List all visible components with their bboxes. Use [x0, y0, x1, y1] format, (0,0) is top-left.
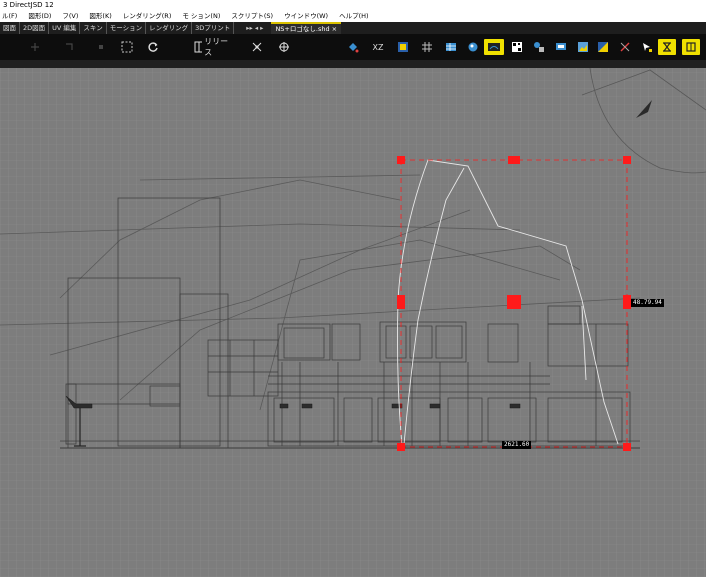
release-button[interactable]: リリース — [194, 37, 230, 57]
handle-top-right — [623, 156, 631, 164]
handle-middle-right — [623, 295, 631, 309]
handle-bottom-left — [397, 443, 405, 451]
drawing-canvas — [0, 68, 706, 577]
workspace-tab-bar: 図面 2D図面 UV 編集 スキン モーション レンダリング 3Dプリント ▸▸… — [0, 22, 706, 34]
refresh-icon[interactable] — [146, 39, 160, 55]
tab-drawing[interactable]: 図面 — [0, 22, 20, 34]
xz-label: XZ — [372, 42, 384, 52]
move-icon[interactable] — [28, 39, 42, 55]
pointer-icon[interactable] — [640, 39, 654, 55]
toolbar: リリース XZ — [0, 34, 706, 60]
handle-center — [507, 295, 521, 309]
handle-top-center — [508, 156, 520, 164]
menu-bar: ル(F) 図形(D) フ(V) 図形(K) レンダリング(R) モ ション(N)… — [0, 11, 706, 22]
rotate-icon[interactable] — [62, 39, 76, 55]
qr-grid-icon[interactable] — [510, 39, 524, 55]
menu-help[interactable]: ヘルプ(H) — [339, 11, 368, 22]
axis-cross-icon[interactable] — [618, 39, 632, 55]
tab-rendering[interactable]: レンダリング — [146, 22, 193, 34]
menu-motion[interactable]: モ ション(N) — [182, 11, 220, 22]
image-icon[interactable] — [576, 39, 590, 55]
dimension-width-label: 2621.60 — [502, 441, 532, 449]
tab-uv-edit[interactable]: UV 編集 — [49, 22, 81, 34]
snap-toggle-button[interactable] — [658, 39, 676, 55]
menu-script[interactable]: スクリプト(S) — [231, 11, 273, 22]
layer-icon[interactable] — [396, 39, 410, 55]
tab-3d-print[interactable]: 3Dプリント — [192, 22, 235, 34]
tab-scroll-arrows[interactable]: ▸▸ ◂ ▸ — [246, 24, 263, 32]
figure-viewport[interactable]: 2621.60 48.79.94 — [0, 68, 706, 577]
paint-bucket-icon[interactable] — [346, 39, 360, 55]
xz-plane-button[interactable]: XZ — [370, 39, 386, 55]
menu-file[interactable]: ル(F) — [2, 11, 17, 22]
menu-view[interactable]: フ(V) — [62, 11, 78, 22]
window-title: 3 DirectJSD 12 — [0, 0, 706, 11]
tab-motion[interactable]: モーション — [107, 22, 147, 34]
handle-top-left — [397, 156, 405, 164]
grid-icon[interactable] — [420, 39, 434, 55]
grid-display-button[interactable] — [682, 39, 700, 55]
document-tab-label: NS+ロゴなし.shd — [275, 25, 330, 33]
table-icon[interactable] — [444, 39, 458, 55]
texture-icon[interactable] — [596, 39, 610, 55]
handle-middle-left — [397, 295, 405, 309]
menu-figure[interactable]: 図形(K) — [89, 11, 111, 22]
dimension-height-label: 48.79.94 — [631, 299, 664, 307]
objects-icon[interactable] — [532, 39, 546, 55]
target-icon[interactable] — [277, 39, 291, 55]
view-subbar — [0, 60, 706, 68]
tab-2d-drawing[interactable]: 2D図面 — [20, 22, 50, 34]
render-view-button[interactable] — [484, 39, 504, 55]
monitor-icon[interactable] — [554, 39, 568, 55]
document-tab[interactable]: NS+ロゴなし.shd × — [271, 22, 342, 34]
release-label: リリース — [204, 37, 229, 57]
shader-ball-icon[interactable] — [466, 39, 480, 55]
tab-skin[interactable]: スキン — [80, 22, 107, 34]
handle-bottom-right — [623, 443, 631, 451]
transform-icon[interactable] — [250, 39, 264, 55]
select-rect-icon[interactable] — [120, 39, 134, 55]
scale-icon[interactable] — [94, 39, 108, 55]
menu-shape[interactable]: 図形(D) — [28, 11, 51, 22]
menu-rendering[interactable]: レンダリング(R) — [123, 11, 172, 22]
document-tab-close-icon[interactable]: × — [332, 25, 337, 33]
menu-window[interactable]: ウインドウ(W) — [284, 11, 328, 22]
